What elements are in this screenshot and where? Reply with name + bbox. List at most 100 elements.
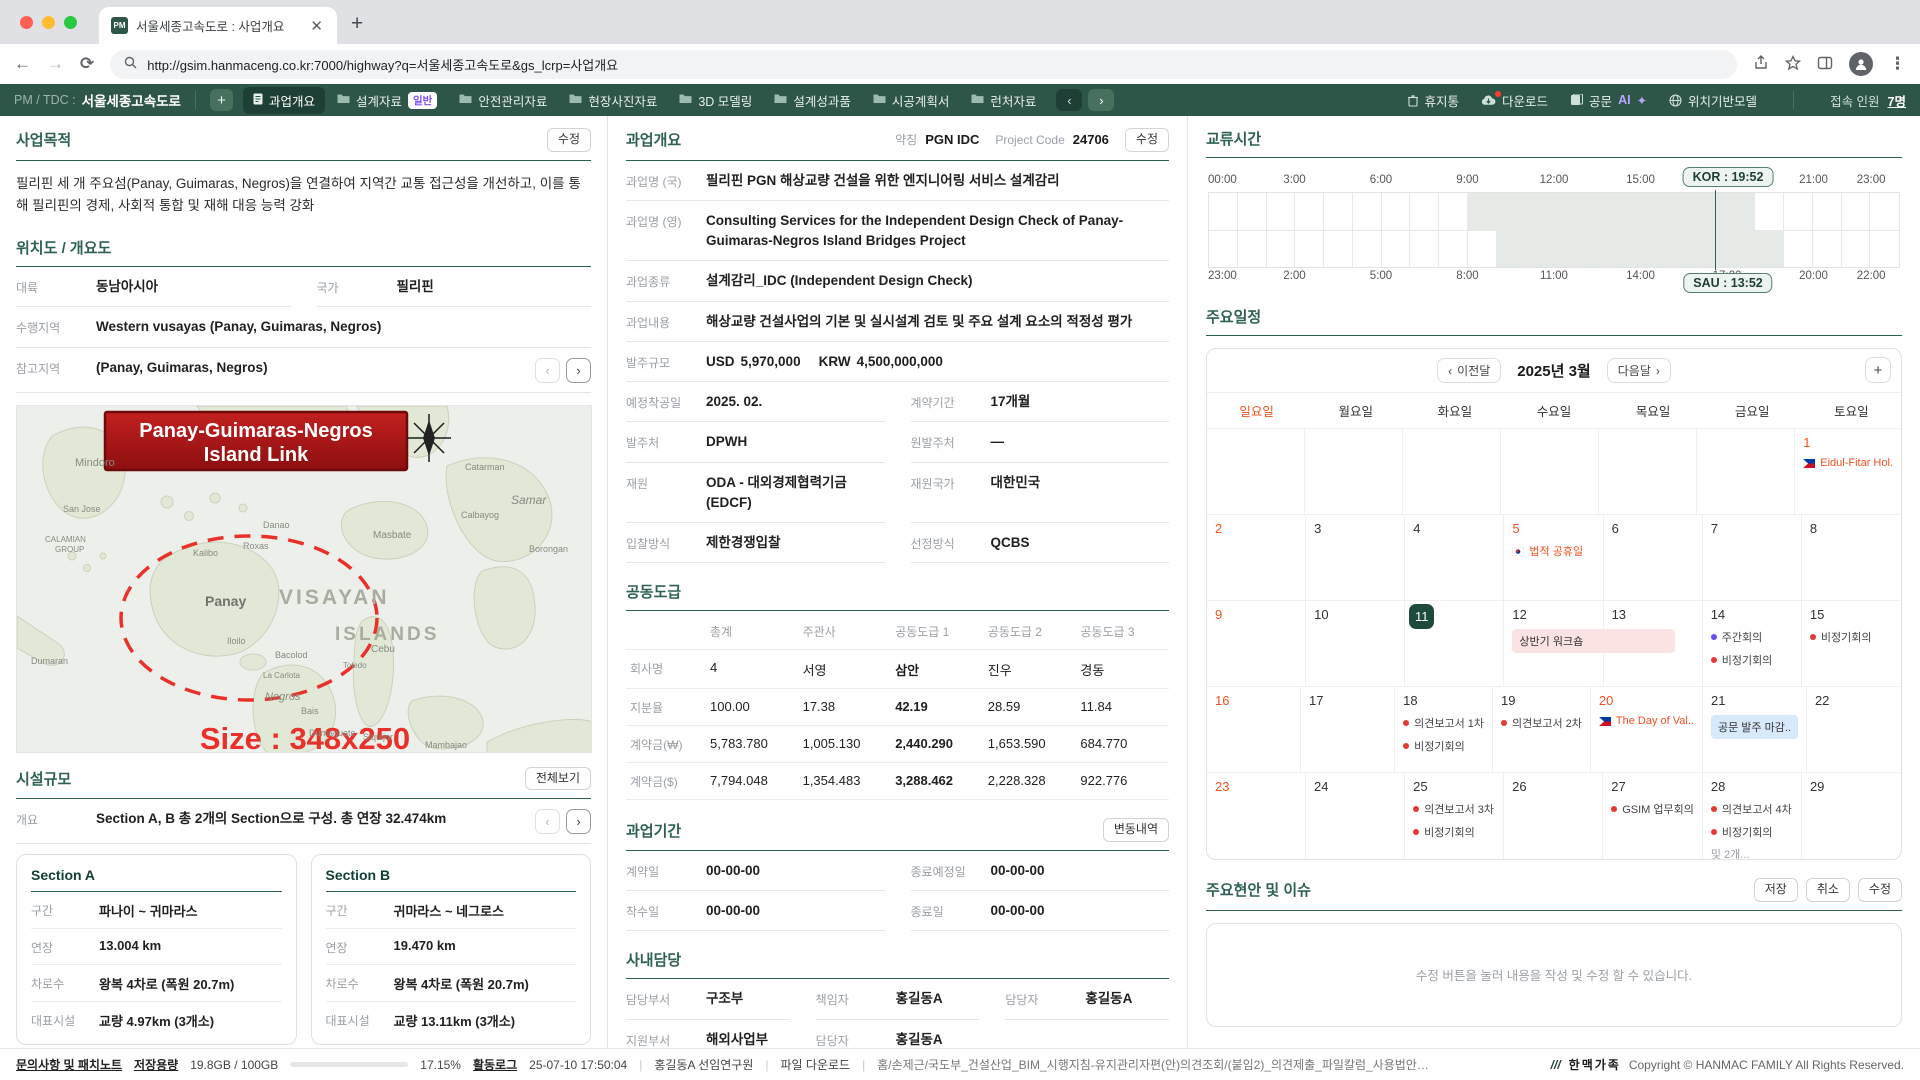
close-window-button[interactable] [20,16,33,29]
nav-tab-5[interactable]: 3D 모델링 [669,87,762,114]
browser-tab[interactable]: PM 서울세종고속도로 : 사업개요 ✕ [99,7,337,44]
task-edit-button[interactable]: 수정 [1125,128,1169,152]
issues-placeholder-box[interactable]: 수정 버튼을 눌러 내용을 작성 및 수정 할 수 있습니다. [1206,923,1902,1027]
nav-tab-4[interactable]: 현장사진자료 [559,87,667,114]
facility-prev-button[interactable]: ‹ [535,809,560,834]
reload-icon[interactable]: ⟳ [80,54,94,74]
calendar-event-banner[interactable]: 상반기 워크숍 [1512,629,1674,653]
calendar-day-cell[interactable]: 28의견보고서 4차비정기회의및 2개... [1703,773,1802,859]
nav-tab-6[interactable]: 설계성과품 [764,87,861,114]
calendar-day-cell[interactable] [1403,429,1501,515]
calendar-event[interactable]: 의견보고서 4차 [1711,801,1793,817]
period-history-button[interactable]: 변동내역 [1103,818,1169,842]
scroll-right-button[interactable]: › [1088,89,1114,111]
calendar-day-cell[interactable]: 10 [1306,601,1405,687]
calendar-event[interactable]: 법적 공휴일 [1512,543,1594,559]
share-icon[interactable] [1753,55,1769,74]
back-icon[interactable]: ← [14,54,31,74]
calendar-event[interactable]: 주간회의 [1711,629,1793,645]
calendar-day-cell[interactable]: 5법적 공휴일 [1504,515,1603,601]
calendar-day-cell[interactable]: 19의견보고서 2차 [1493,687,1591,773]
calendar-day-cell[interactable] [1697,429,1795,515]
facility-view-all-button[interactable]: 전체보기 [525,767,591,791]
issues-cancel-button[interactable]: 취소 [1806,878,1850,902]
calendar-event[interactable]: 비정기회의 [1810,629,1893,645]
calendar-day-cell[interactable] [1207,429,1305,515]
new-tab-button[interactable]: + [351,12,363,36]
prev-month-button[interactable]: ‹이전달 [1437,358,1501,383]
download-button[interactable]: 다운로드 [1481,91,1548,110]
purpose-edit-button[interactable]: 수정 [547,128,591,152]
scroll-left-button[interactable]: ‹ [1056,89,1082,111]
nav-tab-3[interactable]: 안전관리자료 [449,87,557,114]
minimize-window-button[interactable] [42,16,55,29]
calendar-event[interactable]: 비정기회의 [1711,652,1793,668]
nav-tab-8[interactable]: 런처자료 [961,87,1046,114]
calendar-event[interactable]: GSIM 업무회의 [1611,801,1694,817]
calendar-event[interactable]: 의견보고서 2차 [1501,715,1582,731]
calendar-day-cell[interactable]: 4 [1405,515,1504,601]
issues-save-button[interactable]: 저장 [1754,878,1798,902]
nav-tab-1[interactable]: 과업개요 [243,87,325,114]
calendar-event[interactable]: The Day of Val.. [1599,715,1694,727]
nav-tab-7[interactable]: 시공계획서 [863,87,960,114]
calendar-day-cell[interactable]: 7 [1703,515,1802,601]
calendar-event[interactable]: 비정기회의 [1711,824,1793,840]
facility-next-button[interactable]: › [566,809,591,834]
calendar-day-cell[interactable]: 3 [1306,515,1405,601]
calendar-day-cell[interactable] [1599,429,1697,515]
patch-notes-link[interactable]: 문의사항 및 패치노트 [16,1056,122,1073]
calendar-day-cell[interactable]: 29 [1802,773,1901,859]
storage-link[interactable]: 저장용량 [134,1056,178,1073]
calendar-day-cell[interactable]: 20The Day of Val.. [1591,687,1703,773]
next-image-button[interactable]: › [566,358,591,383]
calendar-day-cell[interactable]: 22 [1807,687,1901,773]
calendar-day-cell[interactable]: 17 [1301,687,1395,773]
calendar-event[interactable]: 비정기회의 [1403,738,1484,754]
calendar-day-cell[interactable]: 16 [1207,687,1301,773]
tab-close-icon[interactable]: ✕ [308,17,325,35]
next-month-button[interactable]: 다음달› [1607,358,1671,383]
official-doc-ai-button[interactable]: 공문 AI ✦ [1570,91,1647,110]
calendar-day-cell[interactable]: 12상반기 워크숍 [1504,601,1603,687]
calendar-day-cell[interactable]: 14주간회의비정기회의 [1703,601,1802,687]
calendar-day-cell[interactable]: 15비정기회의 [1802,601,1901,687]
calendar-event[interactable]: 비정기회의 [1413,824,1495,840]
calendar-day-cell[interactable] [1501,429,1599,515]
calendar-day-cell[interactable]: 6 [1604,515,1703,601]
calendar-day-cell[interactable]: 23 [1207,773,1306,859]
calendar-day-cell[interactable]: 21공문 발주 마감.. [1703,687,1807,773]
prev-image-button[interactable]: ‹ [535,358,560,383]
add-event-button[interactable]: + [1865,357,1891,383]
calendar-day-cell[interactable]: 25의견보고서 3차비정기회의 [1405,773,1504,859]
calendar-day-cell[interactable] [1305,429,1403,515]
online-users[interactable]: 접속 인원 7명 [1830,91,1906,110]
bookmark-star-icon[interactable] [1785,55,1801,74]
url-bar[interactable]: http://gsim.hanmaceng.co.kr:7000/highway… [110,50,1737,79]
calendar-day-cell[interactable]: 26 [1504,773,1603,859]
menu-kebab-icon[interactable]: ⋮ [1889,54,1906,74]
nav-tab-2[interactable]: 설계자료일반 [327,87,447,114]
calendar-event-banner[interactable]: 공문 발주 마감.. [1711,715,1798,739]
calendar-day-cell[interactable]: 1Eidul-Fitar Hol. [1795,429,1901,515]
calendar-day-cell[interactable]: 2 [1207,515,1306,601]
calendar-day-cell[interactable]: 18의견보고서 1차비정기회의 [1395,687,1493,773]
location-map[interactable]: Panay-Guimaras-Negros Island Link Size :… [16,405,592,753]
forward-icon[interactable]: → [47,54,64,74]
issues-edit-button[interactable]: 수정 [1858,878,1902,902]
calendar-day-cell[interactable]: 8 [1802,515,1901,601]
calendar-day-cell[interactable]: 9 [1207,601,1306,687]
calendar-event[interactable]: 의견보고서 1차 [1403,715,1484,731]
calendar-event[interactable]: Eidul-Fitar Hol. [1803,457,1893,469]
calendar-day-cell[interactable]: 24 [1306,773,1405,859]
maximize-window-button[interactable] [64,16,77,29]
trash-button[interactable]: 휴지통 [1407,91,1460,110]
activity-log-link[interactable]: 활동로그 [473,1056,517,1073]
location-model-button[interactable]: 위치기반모델 [1669,91,1757,110]
calendar-event[interactable]: 의견보고서 3차 [1413,801,1495,817]
profile-avatar[interactable] [1849,52,1873,76]
calendar-more-events[interactable]: 및 2개... [1711,846,1793,860]
calendar-day-cell[interactable]: 11 [1405,601,1504,687]
side-panel-icon[interactable] [1817,55,1833,74]
calendar-day-cell[interactable]: 27GSIM 업무회의 [1603,773,1703,859]
